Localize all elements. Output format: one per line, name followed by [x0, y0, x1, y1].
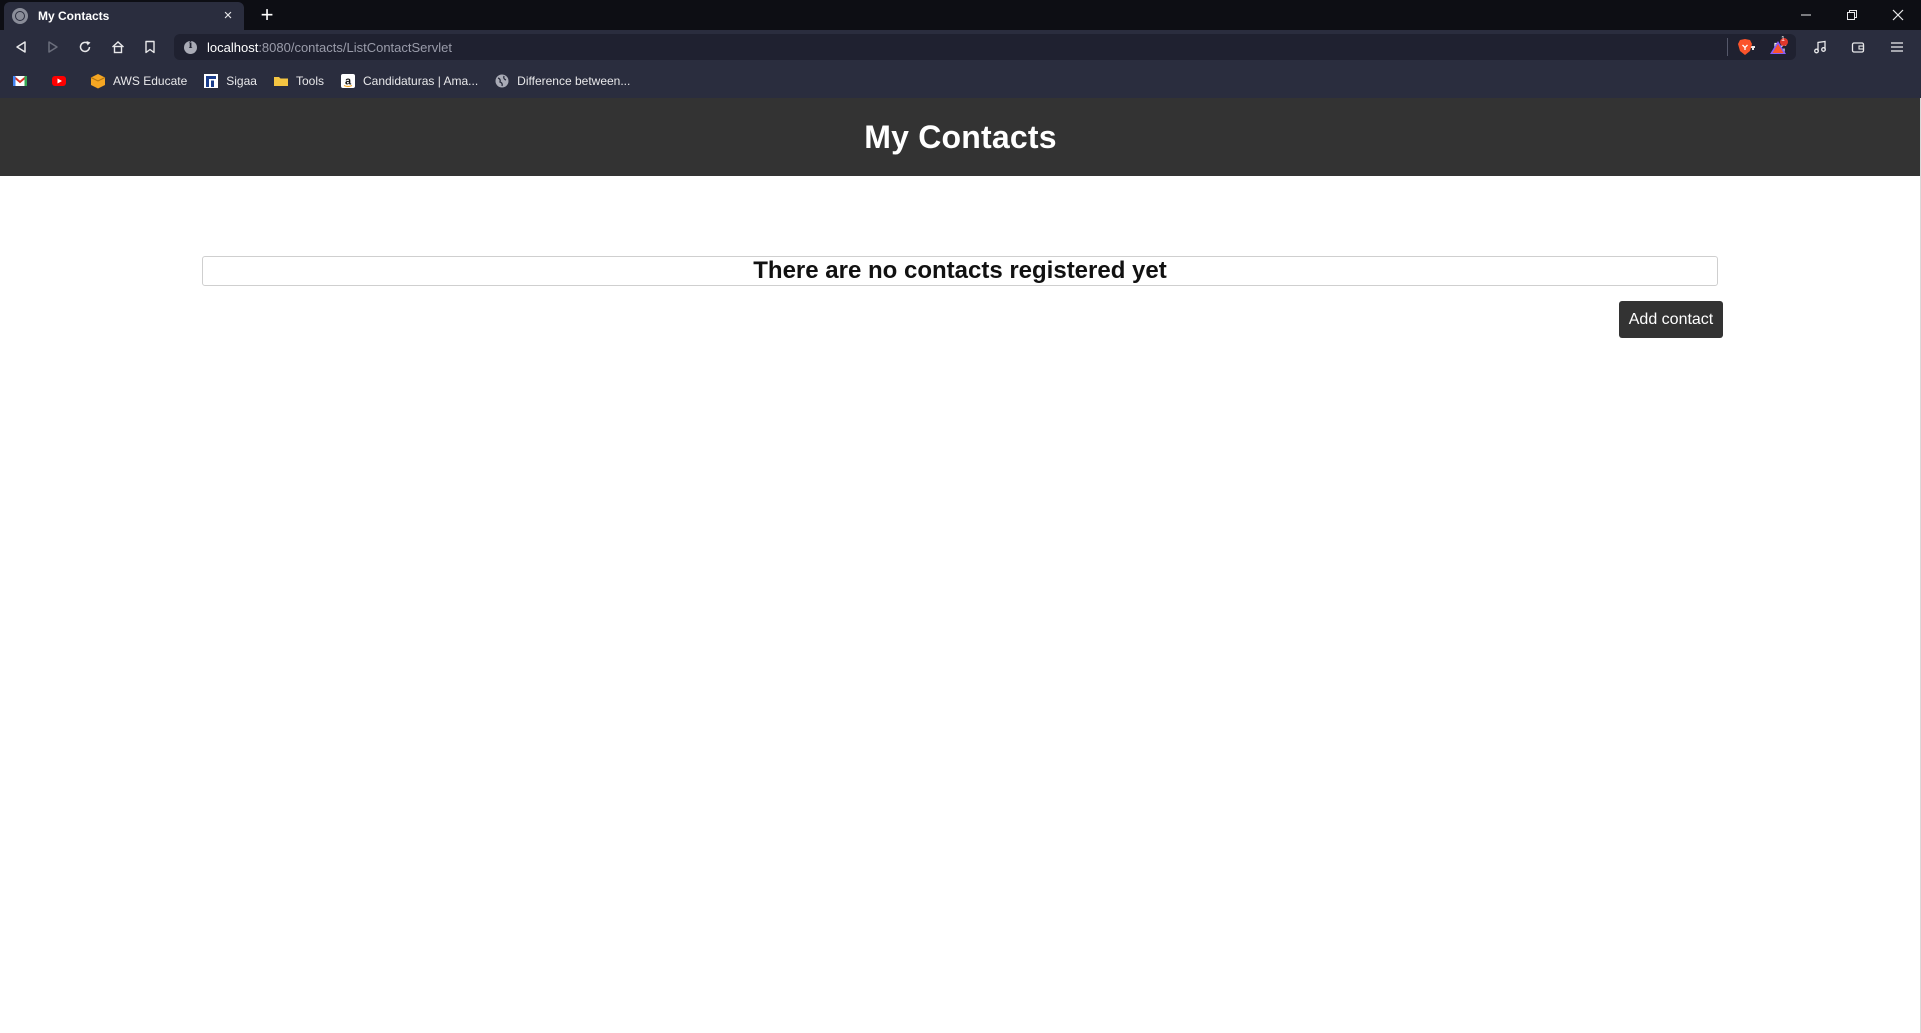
tab-my-contacts[interactable]: My Contacts ×: [4, 2, 244, 30]
bookmark-aws-educate[interactable]: AWS Educate: [90, 73, 187, 89]
hamburger-menu-icon: [1891, 42, 1903, 52]
sigaa-icon: [204, 74, 219, 88]
back-button[interactable]: [9, 35, 33, 59]
bookmark-label: Sigaa: [226, 74, 257, 88]
brave-rewards-button[interactable]: 1: [1767, 35, 1791, 59]
browser-toolbar: localhost:8080/contacts/ListContactServl…: [0, 30, 1921, 64]
page-title: My Contacts: [864, 118, 1057, 155]
bookmark-label: Tools: [295, 74, 324, 88]
bookmark-gmail[interactable]: [12, 73, 35, 89]
wallet-button[interactable]: [1846, 35, 1870, 59]
rewards-badge-count: 1: [1781, 36, 1785, 43]
address-bar[interactable]: localhost:8080/contacts/ListContactServl…: [174, 34, 1796, 60]
page-viewport: My Contacts There are no contacts regist…: [0, 98, 1921, 1033]
menu-button[interactable]: [1885, 35, 1909, 59]
wallet-icon: [1851, 42, 1865, 53]
tab-title: My Contacts: [38, 9, 110, 23]
tab-close-icon[interactable]: ×: [220, 8, 236, 24]
new-tab-button[interactable]: +: [255, 3, 279, 27]
bookmark-sigaa[interactable]: Sigaa: [203, 73, 257, 89]
bookmark-icon: [145, 40, 155, 54]
bookmark-label: Candidaturas | Ama...: [362, 74, 479, 88]
bookmarks-bar: AWS Educate Sigaa Tools a Candidaturas |…: [0, 64, 1921, 98]
url-path: :8080/contacts/ListContactServlet: [258, 39, 452, 55]
page-header: My Contacts: [0, 98, 1921, 176]
brave-lion-icon: [1738, 39, 1752, 55]
toolbar-divider: [1727, 38, 1728, 56]
home-button[interactable]: [106, 35, 130, 59]
bookmark-label: AWS Educate: [113, 74, 188, 88]
aws-box-icon: [90, 74, 106, 89]
reload-icon: [79, 41, 91, 53]
add-contact-button[interactable]: Add contact: [1619, 301, 1723, 338]
restore-icon: [1847, 10, 1857, 20]
brave-shields-button[interactable]: [1733, 35, 1757, 59]
bookmark-label: Difference between...: [517, 74, 631, 88]
close-window-button[interactable]: [1875, 0, 1921, 30]
empty-contacts-message-box: There are no contacts registered yet: [202, 256, 1718, 286]
youtube-icon: [52, 76, 66, 86]
reload-button[interactable]: [73, 35, 97, 59]
media-button[interactable]: [1808, 35, 1832, 59]
folder-icon: [273, 77, 288, 86]
minimize-button[interactable]: [1783, 0, 1829, 30]
bookmark-youtube[interactable]: [51, 73, 74, 89]
globe-icon: [12, 8, 28, 24]
close-icon: [1892, 9, 1904, 21]
music-note-icon: [1814, 40, 1826, 54]
gmail-icon: [12, 75, 28, 86]
url-host: localhost: [207, 39, 259, 55]
home-icon: [112, 41, 124, 54]
amazon-icon: a: [340, 74, 355, 88]
forward-button[interactable]: [41, 35, 65, 59]
minimize-icon: [1801, 14, 1811, 16]
bookmark-difference-between[interactable]: Difference between...: [494, 73, 630, 89]
bookmark-candidaturas[interactable]: a Candidaturas | Ama...: [340, 73, 478, 89]
back-arrow-icon: [16, 41, 26, 53]
tab-strip: My Contacts × +: [0, 0, 1921, 30]
restore-button[interactable]: [1829, 0, 1875, 30]
bookmark-folder-tools[interactable]: Tools: [273, 73, 324, 89]
globe-icon: [495, 74, 509, 88]
site-info-icon[interactable]: [184, 40, 197, 54]
forward-arrow-icon: [48, 41, 58, 53]
bookmark-button[interactable]: [138, 35, 162, 59]
empty-contacts-message: There are no contacts registered yet: [753, 257, 1167, 284]
